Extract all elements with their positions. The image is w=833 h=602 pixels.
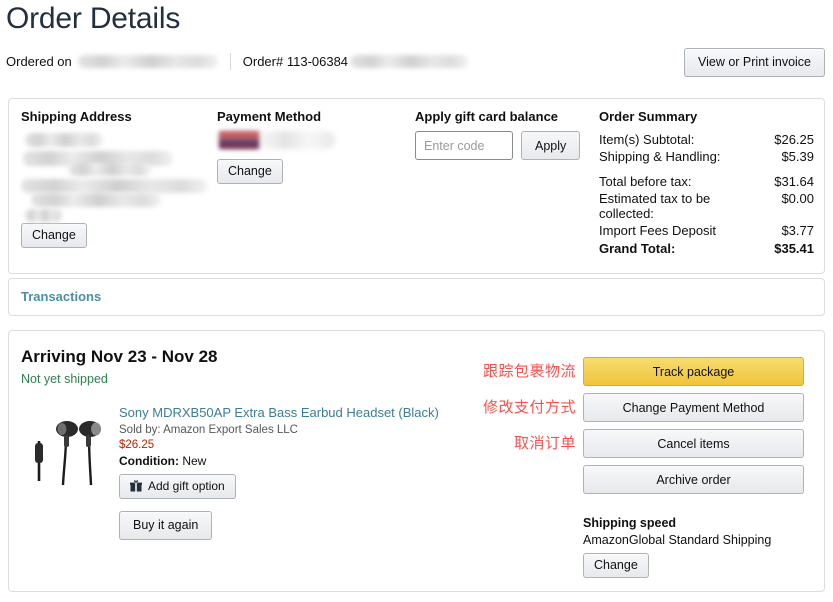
order-summary-row-value: $3.77 [781, 223, 814, 238]
order-summary-row-label: Total before tax: [599, 174, 692, 189]
product-price: $26.25 [119, 439, 155, 451]
order-summary-row-value: $26.25 [774, 132, 814, 147]
shipping-address-redacted [21, 131, 216, 223]
change-shipping-speed-button[interactable]: Change [583, 553, 649, 578]
order-summary-row-value: $35.41 [774, 241, 814, 256]
order-totals-section: Order Summary Item(s) Subtotal: $26.25 Shi… [599, 109, 814, 257]
order-number-label: Order# 113-06384 [242, 54, 349, 69]
product-condition-label: Condition: [119, 454, 179, 468]
product-title-link[interactable]: Sony MDRXB50AP Extra Bass Earbud Headset… [119, 405, 469, 421]
gift-card-section: Apply gift card balance Apply [415, 109, 590, 160]
order-summary-row-value: $0.00 [781, 191, 814, 206]
action-button[interactable]: Track package [583, 357, 804, 386]
product-condition: Condition: New [119, 454, 469, 468]
order-summary-row: Grand Total: $35.41 [599, 239, 814, 257]
order-summary-heading: Order Summary [599, 109, 698, 124]
shipping-address-section: Shipping Address Change [21, 109, 216, 248]
order-summary-row: Estimated tax to be collected: $0.00 [599, 190, 814, 222]
shipping-speed-heading: Shipping speed [583, 516, 677, 530]
earbud-headset-icon [35, 421, 101, 486]
order-details-page: Order Details Ordered on Order# 113-0638… [0, 0, 833, 602]
order-summary-row-value: $31.64 [774, 174, 814, 189]
apply-gift-card-button[interactable]: Apply [521, 131, 581, 160]
order-summary-row-label: Item(s) Subtotal: [599, 132, 695, 147]
shipment-card: Arriving Nov 23 - Nov 28 Not yet shipped… [8, 330, 825, 592]
shipment-status: Not yet shipped [21, 372, 108, 386]
order-summary-row: Import Fees Deposit $3.77 [599, 222, 814, 239]
product-sold-by: Sold by: Amazon Export Sales LLC [119, 424, 298, 436]
add-gift-option-label: Add gift option [148, 479, 225, 493]
action-button-column: Track package Change Payment Method Cancel… [583, 357, 804, 501]
gift-card-heading: Apply gift card balance [415, 109, 559, 124]
action-annotation: 跟踪包裹物流 [482, 362, 576, 380]
change-shipping-address-button[interactable]: Change [21, 223, 87, 248]
action-button[interactable]: Cancel items [583, 429, 804, 458]
order-summary-row-label: Import Fees Deposit [599, 223, 717, 238]
product-thumbnail[interactable] [23, 407, 111, 499]
meta-divider [229, 53, 231, 70]
order-summary-row: Shipping & Handling: $5.39 [599, 148, 814, 165]
change-payment-method-button[interactable]: Change [217, 159, 283, 184]
shipping-address-heading: Shipping Address [21, 109, 132, 124]
order-summary-row-label: Estimated tax to be collected: [599, 191, 711, 221]
arriving-date: Arriving Nov 23 - Nov 28 [21, 347, 218, 366]
payment-method-section: Payment Method Change [217, 109, 407, 184]
action-button[interactable]: Change Payment Method [583, 393, 804, 422]
order-meta-bar: Ordered on Order# 113-06384 [6, 53, 469, 70]
add-gift-option-button[interactable]: Add gift option [119, 474, 236, 499]
ordered-on-value-redacted [77, 55, 218, 68]
gift-card-code-input[interactable] [415, 131, 513, 160]
buy-it-again-button[interactable]: Buy it again [119, 511, 213, 540]
product-info: Sony MDRXB50AP Extra Bass Earbud Headset… [119, 405, 469, 499]
order-number-redacted [350, 55, 469, 68]
action-button[interactable]: Archive order [583, 465, 804, 494]
product-condition-value: New [182, 454, 207, 468]
order-summary-table: Item(s) Subtotal: $26.25 Shipping & Handli… [599, 131, 814, 257]
shipping-speed-value: AmazonGlobal Standard Shipping [583, 533, 772, 547]
order-summary-card: Shipping Address Change Payment Method C… [8, 98, 825, 274]
order-summary-row: Total before tax: $31.64 [599, 165, 814, 190]
shipping-speed-section: Shipping speed AmazonGlobal Standard Shi… [583, 516, 823, 578]
action-annotation: 修改支付方式 [482, 398, 576, 416]
gift-box-icon [130, 480, 142, 492]
view-or-print-invoice-button[interactable]: View or Print invoice [683, 48, 825, 77]
transactions-card: Transactions [8, 278, 825, 316]
order-summary-row-value: $5.39 [781, 149, 814, 164]
transactions-link[interactable]: Transactions [21, 289, 101, 304]
order-summary-row-label: Shipping & Handling: [599, 149, 721, 164]
credit-card-icon [219, 131, 259, 149]
order-summary-row: Item(s) Subtotal: $26.25 [599, 131, 814, 148]
payment-card-redacted [217, 131, 337, 151]
page-title: Order Details [6, 2, 181, 35]
ordered-on-label: Ordered on [6, 54, 72, 69]
action-annotation: 取消订单 [513, 434, 576, 452]
payment-method-heading: Payment Method [217, 109, 322, 124]
annotation-column: 跟踪包裹物流 修改支付方式取消订单 [456, 357, 576, 501]
order-summary-row-label: Grand Total: [599, 241, 676, 256]
action-annotation [456, 465, 576, 494]
